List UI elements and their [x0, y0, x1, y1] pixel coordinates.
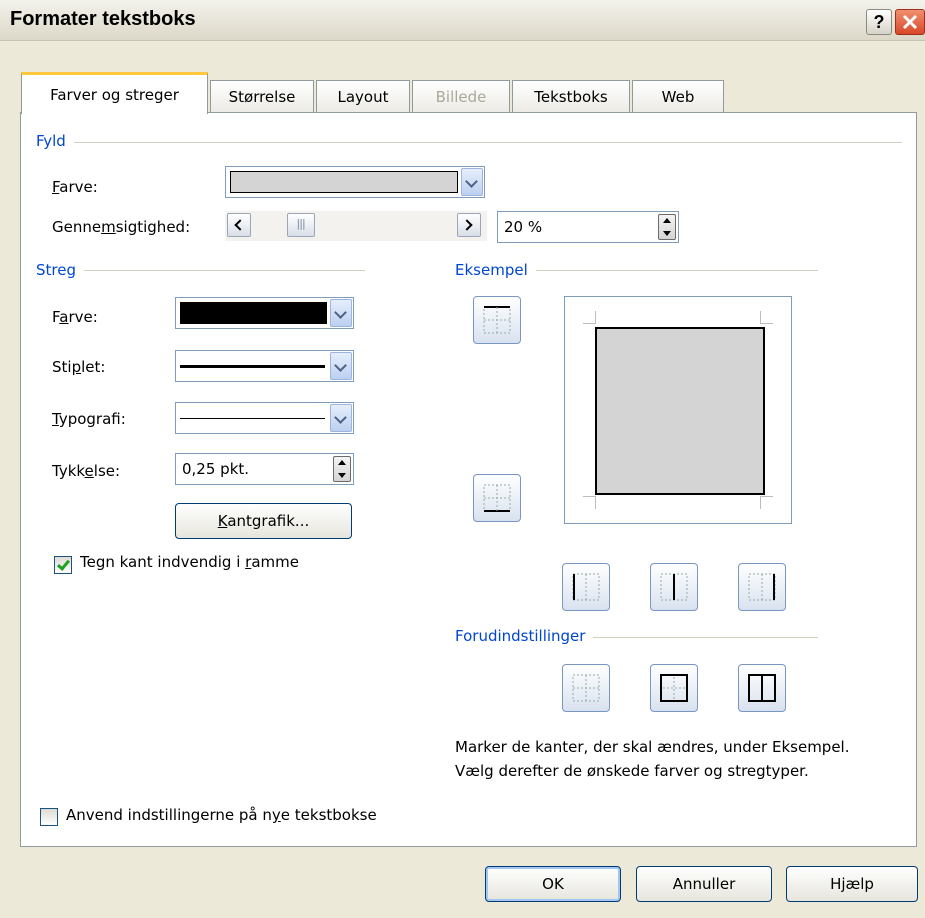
draw-inside-frame-checkbox[interactable]: [54, 556, 72, 574]
chevron-down-icon[interactable]: [330, 404, 352, 432]
spinner-arrows-icon[interactable]: [333, 456, 351, 482]
left-border-icon: [572, 573, 600, 601]
stroke-group-label: Streg: [36, 261, 84, 279]
left-border-button[interactable]: [562, 563, 610, 611]
dash-dropdown[interactable]: [175, 350, 354, 382]
tab-label: Farver og streger: [50, 86, 179, 104]
chevron-down-icon[interactable]: [330, 299, 352, 327]
border-art-button[interactable]: Kantgrafik...: [175, 503, 352, 539]
center-border-icon: [660, 573, 688, 601]
center-border-button[interactable]: [650, 563, 698, 611]
corner-mark: [583, 496, 596, 509]
border-preview[interactable]: [564, 296, 792, 524]
top-border-button[interactable]: [473, 296, 521, 344]
preset-grid-button[interactable]: [738, 664, 786, 712]
help-button[interactable]: Hjælp: [786, 866, 918, 902]
tab-web[interactable]: Web: [632, 80, 724, 112]
bottom-border-button[interactable]: [473, 474, 521, 522]
fill-group-label: Fyld: [36, 132, 74, 150]
stroke-color-dropdown[interactable]: [175, 297, 354, 329]
tab-layout[interactable]: Layout: [316, 80, 410, 112]
preset-none-button[interactable]: [562, 664, 610, 712]
preset-box-button[interactable]: [650, 664, 698, 712]
corner-mark: [760, 311, 773, 324]
close-icon: [902, 14, 918, 30]
tab-label: Web: [661, 88, 695, 106]
preview-group-label: Eksempel: [455, 261, 536, 279]
stroke-color-swatch: [180, 302, 327, 324]
transparency-spinner[interactable]: 20 %: [497, 211, 679, 243]
transparency-slider[interactable]: |||: [225, 211, 487, 241]
right-border-icon: [748, 573, 776, 601]
scroll-left-icon[interactable]: [227, 213, 251, 237]
draw-inside-frame-label: Tegn kant indvendig i ramme: [80, 553, 299, 571]
weight-spinner[interactable]: 0,25 pkt.: [175, 453, 354, 485]
line-style-label: Typografi:: [52, 410, 126, 428]
line-style-preview: [180, 418, 325, 419]
preview-textbox: [595, 327, 765, 495]
stroke-divider: [40, 270, 365, 271]
dialog-title: Formater tekstboks: [10, 8, 196, 30]
right-border-button[interactable]: [738, 563, 786, 611]
grid-border-icon: [748, 674, 776, 702]
weight-label: Tykkelse:: [52, 462, 121, 480]
no-border-icon: [572, 674, 600, 702]
apply-new-textboxes-checkbox[interactable]: [40, 808, 58, 826]
corner-mark: [583, 311, 596, 324]
help-title-button[interactable]: ?: [866, 9, 892, 35]
ok-button[interactable]: OK: [485, 866, 621, 902]
dash-preview-line: [180, 365, 325, 368]
tab-picture: Billede: [412, 80, 510, 112]
transparency-value: 20 %: [504, 218, 543, 236]
top-border-icon: [483, 306, 511, 334]
fill-divider: [40, 142, 902, 143]
presets-group-label: Forudindstillinger: [455, 627, 594, 645]
box-border-icon: [660, 674, 688, 702]
transparency-label: Gennemsigtighed:: [52, 218, 191, 236]
bottom-border-icon: [483, 484, 511, 512]
help-glyph: ?: [873, 12, 885, 32]
stroke-color-label: Farve:: [52, 308, 98, 326]
corner-mark: [760, 496, 773, 509]
cancel-button[interactable]: Annuller: [636, 866, 772, 902]
scroll-right-icon[interactable]: [457, 213, 481, 237]
fill-color-label: Farve:: [52, 178, 98, 196]
close-button[interactable]: [895, 9, 925, 35]
tab-label: Størrelse: [228, 88, 296, 106]
weight-value: 0,25 pkt.: [182, 460, 250, 478]
dash-label: Stiplet:: [52, 358, 106, 376]
tab-size[interactable]: Størrelse: [210, 80, 314, 112]
tab-colors-lines[interactable]: Farver og streger: [21, 72, 208, 114]
apply-new-textboxes-label: Anvend indstillingerne på nye tekstbokse: [66, 806, 377, 824]
tab-label: Tekstboks: [534, 88, 608, 106]
border-hint-text: Marker de kanter, der skal ændres, under…: [455, 738, 850, 780]
slider-thumb[interactable]: |||: [286, 213, 315, 237]
line-style-dropdown[interactable]: [175, 402, 354, 434]
title-bar: Formater tekstboks ?: [0, 0, 925, 41]
format-textbox-dialog: Formater tekstboks ? Farver og streger S…: [0, 0, 925, 918]
spinner-arrows-icon[interactable]: [658, 214, 676, 240]
tab-textbox[interactable]: Tekstboks: [512, 80, 630, 112]
tab-label: Billede: [435, 88, 487, 106]
tab-label: Layout: [337, 88, 389, 106]
chevron-down-icon[interactable]: [330, 352, 352, 380]
chevron-down-icon[interactable]: [461, 168, 483, 196]
fill-color-dropdown[interactable]: [225, 166, 485, 198]
fill-color-swatch: [230, 171, 458, 193]
